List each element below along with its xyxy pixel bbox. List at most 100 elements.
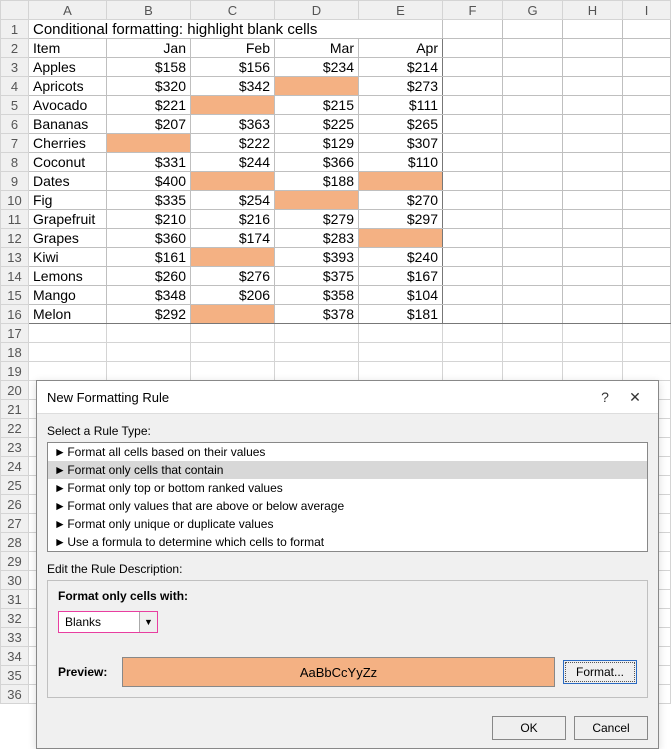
data-cell[interactable]: $254 [191,191,275,210]
item-name[interactable]: Mango [29,286,107,305]
data-cell[interactable]: $273 [359,77,443,96]
data-cell[interactable]: $366 [275,153,359,172]
data-cell[interactable]: $331 [107,153,191,172]
data-cell[interactable]: $400 [107,172,191,191]
data-cell[interactable]: $158 [107,58,191,77]
cell[interactable] [563,362,623,381]
row-header-8[interactable]: 8 [1,153,29,172]
cancel-button[interactable]: Cancel [574,716,648,740]
ok-button[interactable]: OK [492,716,566,740]
data-cell[interactable]: $234 [275,58,359,77]
data-cell[interactable]: $320 [107,77,191,96]
data-cell[interactable]: $375 [275,267,359,286]
data-cell[interactable]: $167 [359,267,443,286]
cell[interactable] [29,324,107,343]
row-header-35[interactable]: 35 [1,666,29,685]
row-header-10[interactable]: 10 [1,191,29,210]
cell[interactable] [443,229,503,248]
item-name[interactable]: Cherries [29,134,107,153]
data-cell[interactable]: $206 [191,286,275,305]
row-header-6[interactable]: 6 [1,115,29,134]
row-header-23[interactable]: 23 [1,438,29,457]
cell[interactable] [503,362,563,381]
row-header-33[interactable]: 33 [1,628,29,647]
row-header-24[interactable]: 24 [1,457,29,476]
cell[interactable] [107,343,191,362]
cell[interactable] [107,362,191,381]
sheet-title[interactable]: Conditional formatting: highlight blank … [29,20,443,39]
rule-type-option[interactable]: ► Format only unique or duplicate values [48,515,647,533]
cell[interactable] [443,343,503,362]
row-header-12[interactable]: 12 [1,229,29,248]
cell[interactable] [503,39,563,58]
cell[interactable] [623,229,671,248]
row-header-20[interactable]: 20 [1,381,29,400]
cell[interactable] [563,229,623,248]
cell[interactable] [107,324,191,343]
cell[interactable] [443,362,503,381]
cell[interactable] [503,172,563,191]
column-header-I[interactable]: I [623,1,671,20]
cell[interactable] [359,324,443,343]
cell[interactable] [503,210,563,229]
cell[interactable] [443,58,503,77]
item-name[interactable]: Grapes [29,229,107,248]
row-header-32[interactable]: 32 [1,609,29,628]
data-cell[interactable]: $348 [107,286,191,305]
row-header-29[interactable]: 29 [1,552,29,571]
cell[interactable] [623,324,671,343]
header-mar[interactable]: Mar [275,39,359,58]
cell[interactable] [503,96,563,115]
column-header-E[interactable]: E [359,1,443,20]
data-cell[interactable] [191,172,275,191]
cell[interactable] [623,96,671,115]
cell[interactable] [443,39,503,58]
item-name[interactable]: Grapefruit [29,210,107,229]
column-header-H[interactable]: H [563,1,623,20]
select-all-corner[interactable] [1,1,29,20]
cell[interactable] [443,286,503,305]
row-header-18[interactable]: 18 [1,343,29,362]
data-cell[interactable]: $225 [275,115,359,134]
data-cell[interactable]: $307 [359,134,443,153]
row-header-7[interactable]: 7 [1,134,29,153]
cell[interactable] [443,324,503,343]
item-name[interactable]: Kiwi [29,248,107,267]
data-cell[interactable]: $214 [359,58,443,77]
item-name[interactable]: Apples [29,58,107,77]
data-cell[interactable] [359,229,443,248]
cell[interactable] [443,115,503,134]
cell[interactable] [29,362,107,381]
row-header-5[interactable]: 5 [1,96,29,115]
close-button[interactable]: ✕ [620,387,650,407]
data-cell[interactable]: $292 [107,305,191,324]
row-header-19[interactable]: 19 [1,362,29,381]
cell[interactable] [503,305,563,324]
cell[interactable] [29,343,107,362]
cell[interactable] [443,134,503,153]
header-item[interactable]: Item [29,39,107,58]
row-header-34[interactable]: 34 [1,647,29,666]
row-header-2[interactable]: 2 [1,39,29,58]
cell[interactable] [623,286,671,305]
item-name[interactable]: Lemons [29,267,107,286]
row-header-27[interactable]: 27 [1,514,29,533]
cell[interactable] [503,324,563,343]
row-header-16[interactable]: 16 [1,305,29,324]
format-button[interactable]: Format... [563,660,637,684]
data-cell[interactable]: $265 [359,115,443,134]
data-cell[interactable]: $358 [275,286,359,305]
cell[interactable] [503,267,563,286]
rule-type-option[interactable]: ► Format all cells based on their values [48,443,647,461]
data-cell[interactable]: $210 [107,210,191,229]
cell[interactable] [563,58,623,77]
row-header-22[interactable]: 22 [1,419,29,438]
data-cell[interactable]: $207 [107,115,191,134]
cell[interactable] [359,343,443,362]
data-cell[interactable]: $363 [191,115,275,134]
cell[interactable] [623,115,671,134]
row-header-3[interactable]: 3 [1,58,29,77]
data-cell[interactable]: $393 [275,248,359,267]
cell[interactable] [563,191,623,210]
cell[interactable] [563,115,623,134]
